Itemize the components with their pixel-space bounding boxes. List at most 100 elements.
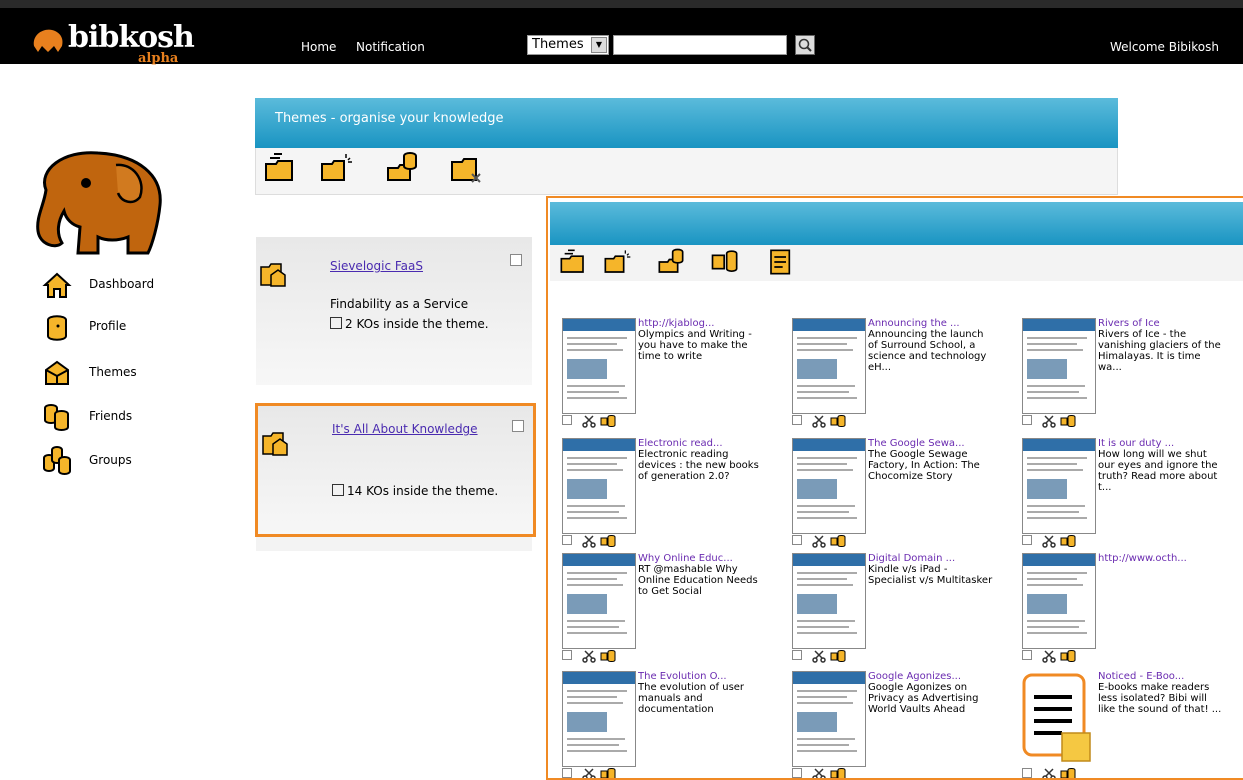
ko-thumbnail[interactable] [562,553,636,649]
ko-title-link[interactable]: Digital Domain ... [868,553,998,564]
ko-thumbnail[interactable] [792,438,866,534]
share-folder-icon[interactable] [656,247,686,277]
scissors-icon[interactable] [812,767,826,780]
nav-notification[interactable]: Notification [356,40,425,54]
share-folder-icon[interactable] [384,150,420,186]
ko-thumbnail[interactable] [562,318,636,414]
scissors-icon[interactable] [582,767,596,780]
share-ko-icon[interactable] [600,414,616,428]
theme-checkbox[interactable] [512,420,524,432]
share-ko-icon[interactable] [600,649,616,663]
sidebar-item-profile[interactable]: Profile [42,312,242,342]
ko-title-link[interactable]: Google Agonizes... [868,671,998,682]
nav-home[interactable]: Home [301,40,336,54]
ko-thumbnail[interactable] [792,553,866,649]
ko-item: The Google Sewa... The Google Sewage Fact… [778,438,998,558]
scissors-icon[interactable] [812,534,826,548]
ko-title-link[interactable]: Noticed - E-Boo... [1098,671,1228,682]
ko-checkbox[interactable] [562,768,572,778]
ko-checkbox[interactable] [1022,650,1032,660]
scissors-icon[interactable] [1042,767,1056,780]
share-ko-icon[interactable] [1060,767,1076,780]
sidebar-item-label: Friends [89,409,133,423]
ko-title-link[interactable]: Why Online Educ... [638,553,768,564]
ko-thumbnail[interactable] [562,438,636,534]
ko-checkbox[interactable] [1022,535,1032,545]
ko-thumbnail[interactable] [1022,438,1096,534]
scissors-icon[interactable] [1042,414,1056,428]
ko-thumbnail[interactable] [792,671,866,767]
ko-checkbox[interactable] [792,415,802,425]
search-button[interactable] [795,35,815,55]
share-ko-icon[interactable] [830,534,846,548]
scissors-icon[interactable] [1042,649,1056,663]
share-ko-icon[interactable] [1060,534,1076,548]
ko-description: Electronic reading devices : the new boo… [638,449,759,482]
theme-card-footer [256,537,532,551]
share-ko-icon[interactable] [1060,414,1076,428]
ko-item: Noticed - E-Boo... E-books make readers l… [1008,671,1228,780]
share-ko-icon[interactable] [1060,649,1076,663]
search-input[interactable] [613,35,787,55]
new-folder-icon[interactable] [602,247,632,277]
scissors-icon[interactable] [812,649,826,663]
ko-title-link[interactable]: The Google Sewa... [868,438,998,449]
friends-icon [44,404,69,431]
ko-thumbnail[interactable] [562,671,636,767]
sidebar-item-dashboard[interactable]: Dashboard [42,270,242,300]
scissors-icon[interactable] [812,414,826,428]
ko-title-link[interactable]: The Evolution O... [638,671,768,682]
ko-description: The evolution of user manuals and docume… [638,682,745,715]
edit-document-icon[interactable] [766,247,796,277]
ko-thumbnail[interactable] [1022,671,1096,767]
sidebar-item-friends[interactable]: Friends [42,402,242,432]
ko-checkbox[interactable] [562,415,572,425]
ko-title-link[interactable]: http://www.octh... [1098,553,1228,564]
ko-thumbnail[interactable] [1022,553,1096,649]
search-scope-select[interactable]: Themes ▼ [527,35,609,55]
ko-thumbnail[interactable] [792,318,866,414]
bibkosh-logo[interactable]: bibkosh alpha [30,18,200,70]
share-ko-icon[interactable] [830,414,846,428]
scissors-icon[interactable] [1042,534,1056,548]
ko-item: Why Online Educ... RT @mashable Why Onlin… [548,553,768,673]
sidebar-item-label: Themes [89,365,137,379]
ko-checkbox[interactable] [1022,768,1032,778]
sidebar-item-themes[interactable]: Themes [42,358,242,388]
ko-description: E-books make readers less isolated? Bibi… [1098,682,1222,715]
ko-checkbox[interactable] [562,535,572,545]
ko-checkbox[interactable] [792,535,802,545]
share-ko-icon[interactable] [600,767,616,780]
ko-title-link[interactable]: Announcing the ... [868,318,998,329]
ko-panel-header [550,202,1243,245]
ko-checkbox[interactable] [792,768,802,778]
sidebar-item-groups[interactable]: Groups [42,446,242,476]
new-folder-icon[interactable] [318,150,354,186]
ko-title-link[interactable]: Rivers of Ice [1098,318,1228,329]
ko-checkbox[interactable] [562,650,572,660]
share-ko-icon[interactable] [600,534,616,548]
theme-ko-count: 14 KOs inside the theme. [332,484,498,498]
theme-checkbox[interactable] [510,254,522,266]
ko-checkbox[interactable] [792,650,802,660]
open-folder-icon[interactable] [262,150,298,186]
theme-ko-count: 2 KOs inside the theme. [330,317,489,331]
scissors-icon[interactable] [582,534,596,548]
ko-checkbox[interactable] [1022,415,1032,425]
open-folder-icon[interactable] [558,247,588,277]
share-ko-icon[interactable] [830,767,846,780]
theme-title-link[interactable]: Sievelogic FaaS [330,259,423,273]
ko-title-link[interactable]: http://kjablog... [638,318,768,329]
ko-description: RT @mashable Why Online Education Needs … [638,564,758,597]
ko-thumbnail[interactable] [1022,318,1096,414]
share-ko-icon[interactable] [830,649,846,663]
scissors-icon[interactable] [582,649,596,663]
themes-icon [45,360,69,385]
scissors-icon[interactable] [582,414,596,428]
delete-folder-icon[interactable] [448,150,484,186]
theme-folder-icon [260,263,286,287]
move-icon[interactable] [710,247,740,277]
theme-title-link[interactable]: It's All About Knowledge [332,422,478,436]
ko-title-link[interactable]: Electronic read... [638,438,768,449]
ko-title-link[interactable]: It is our duty ... [1098,438,1228,449]
